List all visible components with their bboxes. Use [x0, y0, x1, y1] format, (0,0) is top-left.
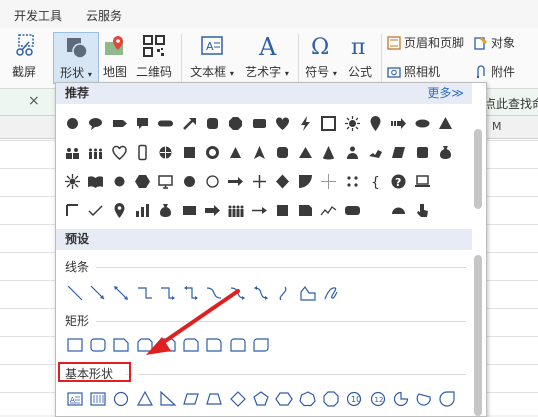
annotation-arrow — [146, 289, 240, 355]
